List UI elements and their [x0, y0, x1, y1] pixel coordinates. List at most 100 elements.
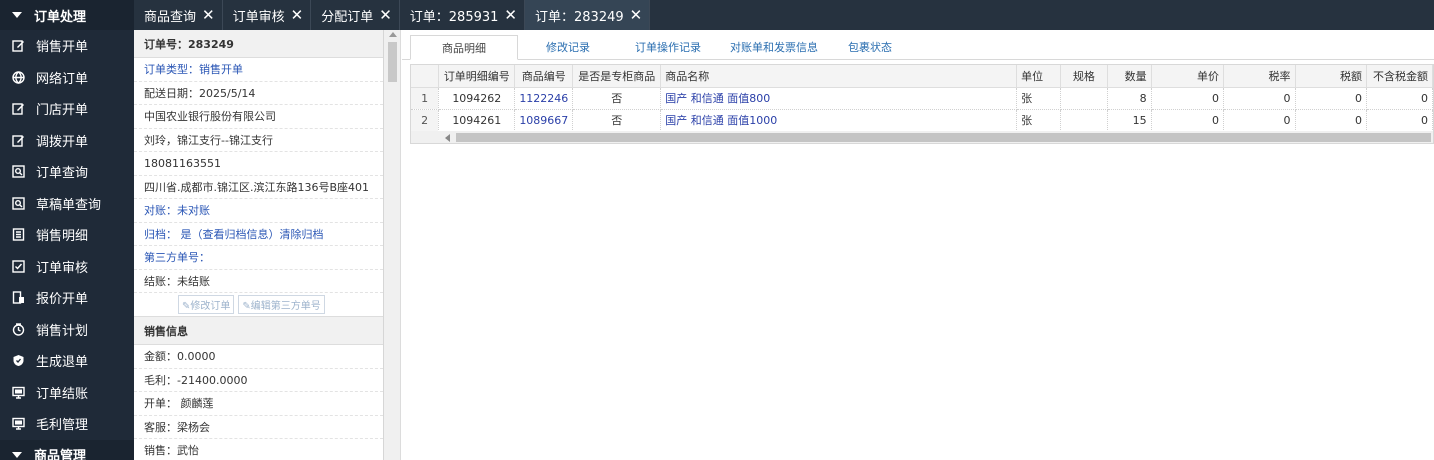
- column-header[interactable]: [411, 65, 440, 88]
- settle-status: 结账：未结账: [134, 270, 383, 293]
- close-icon[interactable]: ✕: [291, 7, 304, 23]
- sidebar-item[interactable]: 草稿单查询: [0, 188, 134, 220]
- sidebar-item-label: 门店开单: [36, 103, 89, 119]
- globe-icon: [12, 71, 25, 84]
- scrollbar-thumb[interactable]: [456, 133, 1431, 142]
- table-row[interactable]: 1 1094262 1122246 否国产 和信通 面值800 张 8 0 0 0 0: [411, 87, 1433, 110]
- sidebar-item[interactable]: 订单审核: [0, 251, 134, 283]
- column-header[interactable]: 单位: [1016, 65, 1061, 88]
- column-header[interactable]: 是否是专柜商品: [572, 65, 662, 88]
- table-cell[interactable]: 1122246: [514, 87, 574, 110]
- close-icon[interactable]: ✕: [202, 7, 215, 23]
- scroll-left-arrow-icon[interactable]: [445, 134, 450, 142]
- sales-service: 客服：梁杨会: [134, 416, 383, 439]
- list-icon: [12, 228, 25, 241]
- column-header[interactable]: 税率: [1223, 65, 1296, 88]
- customer-phone: 18081163551: [134, 152, 383, 176]
- tab-label: 订单：283249: [535, 9, 624, 25]
- table-cell: 1094261: [438, 109, 516, 132]
- sidebar-item[interactable]: 订单查询: [0, 156, 134, 188]
- tab-label: 分配订单: [321, 9, 374, 25]
- close-icon[interactable]: ✕: [379, 7, 392, 23]
- sidebar-item[interactable]: 毛利管理: [0, 408, 134, 440]
- tab-label: 订单审核: [232, 9, 285, 25]
- edit-icon: [12, 39, 25, 52]
- column-header[interactable]: 数量: [1107, 65, 1152, 88]
- table-cell[interactable]: 1089667: [514, 109, 574, 132]
- edit-third-party-button[interactable]: ✎编辑第三方单号: [238, 295, 325, 314]
- caret-down-icon: [12, 12, 22, 18]
- top-tab[interactable]: 商品查询 ✕: [134, 0, 223, 30]
- table-cell: 0: [1295, 87, 1367, 110]
- reconcile-status[interactable]: 对账：未对账: [134, 199, 383, 223]
- sales-info-header: 销售信息: [134, 317, 383, 345]
- customer-company: 中国农业银行股份有限公司: [134, 105, 383, 129]
- sidebar-item[interactable]: 报价开单: [0, 282, 134, 314]
- info-panel-scrollbar[interactable]: [384, 30, 401, 460]
- table-cell: 否: [572, 109, 662, 132]
- sidebar-item-label: 生成退单: [36, 355, 89, 371]
- table-cell: 0: [1366, 87, 1433, 110]
- top-tab[interactable]: 订单：283249 ✕: [525, 0, 651, 30]
- column-header[interactable]: 商品编号: [514, 65, 574, 88]
- top-tab[interactable]: 分配订单 ✕: [311, 0, 400, 30]
- sidebar: 订单处理 销售开单网络订单门店开单调拨开单订单查询草稿单查询销售明细 订单审核 报价…: [0, 0, 134, 460]
- scrollbar-thumb[interactable]: [388, 42, 397, 82]
- table-cell: 张: [1016, 109, 1061, 132]
- table-cell: 张: [1016, 87, 1061, 110]
- archive-status[interactable]: 归档： 是（查看归档信息）清除归档: [134, 223, 383, 246]
- column-header[interactable]: 规格: [1060, 65, 1108, 88]
- table-cell[interactable]: 国产 和信通 面值800: [660, 87, 1018, 110]
- detail-subtab[interactable]: 对账单和发票信息: [718, 34, 830, 59]
- tab-bar: 商品查询 ✕ 订单审核 ✕ 分配订单 ✕ 订单：285931 ✕ 订单：283249 ✕: [134, 0, 1434, 30]
- sidebar-item[interactable]: 生成退单: [0, 345, 134, 377]
- modify-order-button[interactable]: ✎修改订单: [178, 295, 235, 314]
- detail-subtab[interactable]: 修改记录: [518, 34, 618, 59]
- sidebar-item[interactable]: 调拨开单: [0, 125, 134, 157]
- caret-down-icon: [12, 451, 22, 458]
- column-header[interactable]: 不含税金额: [1366, 65, 1433, 88]
- table-cell: 0: [1223, 109, 1296, 132]
- delivery-date: 配送日期：2025/5/14: [134, 82, 383, 105]
- table-cell: 0: [1151, 109, 1225, 132]
- sidebar-item[interactable]: 订单结账: [0, 377, 134, 409]
- sidebar-section-order-processing[interactable]: 订单处理: [0, 0, 134, 30]
- detail-subtab[interactable]: 商品明细: [410, 35, 518, 60]
- close-icon[interactable]: ✕: [504, 7, 517, 23]
- sidebar-section-product-management[interactable]: 商品管理: [0, 439, 134, 460]
- table-cell[interactable]: 国产 和信通 面值1000: [660, 109, 1018, 132]
- sidebar-item-label: 调拨开单: [36, 134, 89, 150]
- edit-icon: [12, 102, 25, 115]
- sales-seller: 销售：武怡: [134, 439, 383, 460]
- grid-horizontal-scrollbar[interactable]: [411, 131, 1433, 143]
- tab-label: 商品查询: [144, 9, 197, 25]
- sidebar-item[interactable]: 网络订单: [0, 62, 134, 94]
- monitor-icon: [12, 417, 25, 430]
- sidebar-item-label: 毛利管理: [36, 418, 89, 434]
- table-row[interactable]: 2 1094261 1089667 否国产 和信通 面值1000 张 15 0 0 0 0: [411, 109, 1433, 132]
- detail-subtab[interactable]: 订单操作记录: [618, 34, 718, 59]
- scroll-up-arrow-icon[interactable]: [389, 32, 397, 37]
- sidebar-item[interactable]: 销售明细: [0, 219, 134, 251]
- sales-profit: 毛利：-21400.0000: [134, 369, 383, 392]
- sidebar-next-section-title: 商品管理: [34, 449, 87, 460]
- sidebar-item-label: 销售计划: [36, 323, 89, 339]
- top-tab[interactable]: 订单审核 ✕: [223, 0, 312, 30]
- order-info-panel: 订单号：283249 订单类型：销售开单 配送日期：2025/5/14 中国农业…: [134, 30, 384, 460]
- shield-icon: [12, 354, 25, 367]
- column-header[interactable]: 商品名称: [660, 65, 1018, 88]
- close-icon[interactable]: ✕: [630, 7, 643, 23]
- column-header[interactable]: 单价: [1151, 65, 1225, 88]
- top-tab[interactable]: 订单：285931 ✕: [400, 0, 525, 30]
- image-search-icon: [12, 197, 25, 210]
- sidebar-item[interactable]: 销售计划: [0, 314, 134, 346]
- image-search-icon: [12, 165, 25, 178]
- table-cell: 否: [572, 87, 662, 110]
- sidebar-item-label: 草稿单查询: [36, 197, 102, 213]
- sidebar-item[interactable]: 销售开单: [0, 30, 134, 62]
- sidebar-item-label: 销售开单: [36, 40, 89, 56]
- detail-subtab[interactable]: 包裹状态: [830, 34, 910, 59]
- column-header[interactable]: 税额: [1295, 65, 1367, 88]
- column-header[interactable]: 订单明细编号: [438, 65, 516, 88]
- sidebar-item[interactable]: 门店开单: [0, 93, 134, 125]
